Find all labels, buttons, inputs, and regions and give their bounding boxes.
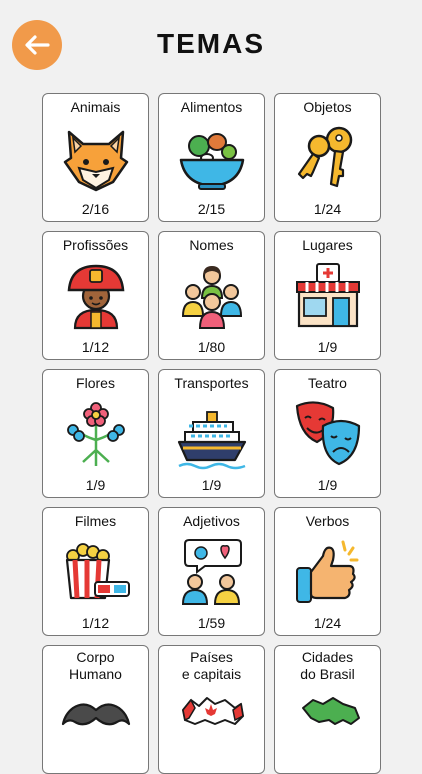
topic-label: Objetos bbox=[303, 99, 352, 115]
topic-card-alimentos[interactable]: Alimentos 2/15 bbox=[158, 93, 265, 222]
topic-card-lugares[interactable]: Lugares 1/9 bbox=[274, 231, 381, 360]
topic-card-animais[interactable]: Animais 2/16 bbox=[42, 93, 149, 222]
topic-card-verbos[interactable]: Verbos 1/24 bbox=[274, 507, 381, 636]
cruise-ship-icon bbox=[177, 411, 246, 470]
topic-card-teatro[interactable]: Teatro 1/9 bbox=[274, 369, 381, 498]
topic-label: Nomes bbox=[189, 237, 234, 253]
topic-card-cidades-brasil[interactable]: Cidades do Brasil bbox=[274, 645, 381, 774]
firefighter-icon bbox=[67, 264, 124, 330]
topic-card-transportes[interactable]: Transportes 1/9 bbox=[158, 369, 265, 498]
topic-card-profissoes[interactable]: Profissões 1/12 bbox=[42, 231, 149, 360]
popcorn-3d-glasses-icon bbox=[65, 543, 130, 600]
topic-progress: 1/24 bbox=[313, 201, 342, 217]
mustache-icon bbox=[61, 703, 130, 726]
topic-progress: 1/24 bbox=[313, 615, 342, 631]
thumbs-up-icon bbox=[295, 540, 358, 603]
topic-label: Animais bbox=[70, 99, 121, 115]
page-title: TEMAS bbox=[157, 28, 265, 59]
topic-progress: 1/9 bbox=[85, 477, 106, 493]
topic-label: Países e capitais bbox=[181, 649, 242, 682]
topic-progress: 1/9 bbox=[317, 339, 338, 355]
topics-grid: Animais 2/16 Alimentos 2/15 Objetos 1/24… bbox=[42, 93, 381, 774]
people-group-icon bbox=[181, 266, 242, 329]
topic-card-filmes[interactable]: Filmes 1/12 bbox=[42, 507, 149, 636]
brazil-map-icon bbox=[301, 697, 360, 725]
topic-label: Verbos bbox=[305, 513, 350, 529]
topic-progress: 2/16 bbox=[81, 201, 110, 217]
salad-bowl-icon bbox=[179, 133, 244, 190]
topic-label: Flores bbox=[76, 375, 115, 391]
topic-label: Lugares bbox=[302, 237, 353, 253]
canada-map-icon bbox=[181, 697, 244, 725]
topic-card-paises-capitais[interactable]: Países e capitais bbox=[158, 645, 265, 774]
keys-icon bbox=[297, 126, 352, 188]
topic-card-adjetivos[interactable]: Adjetivos 1/59 bbox=[158, 507, 265, 636]
topic-progress: 2/15 bbox=[197, 201, 226, 217]
topic-label: Filmes bbox=[74, 513, 117, 529]
topic-card-corpo-humano[interactable]: Corpo Humano bbox=[42, 645, 149, 774]
pharmacy-building-icon bbox=[295, 263, 360, 328]
topic-progress: 1/59 bbox=[197, 615, 226, 631]
topic-card-objetos[interactable]: Objetos 1/24 bbox=[274, 93, 381, 222]
topic-progress: 1/12 bbox=[81, 615, 110, 631]
topic-label: Profissões bbox=[62, 237, 129, 253]
topic-label: Transportes bbox=[174, 375, 249, 391]
topic-label: Adjetivos bbox=[183, 513, 240, 529]
chat-people-icon bbox=[181, 539, 242, 605]
topic-card-flores[interactable]: Flores 1/9 bbox=[42, 369, 149, 498]
topic-progress: 1/9 bbox=[317, 477, 338, 493]
topic-label: Teatro bbox=[308, 375, 347, 391]
topic-progress: 1/12 bbox=[81, 339, 110, 355]
topic-progress: 1/9 bbox=[201, 477, 222, 493]
topic-label: Corpo Humano bbox=[69, 649, 122, 682]
theater-masks-icon bbox=[295, 401, 360, 466]
topic-label: Alimentos bbox=[180, 99, 243, 115]
topic-card-nomes[interactable]: Nomes 1/80 bbox=[158, 231, 265, 360]
topic-label: Cidades do Brasil bbox=[300, 649, 355, 682]
topic-progress: 1/80 bbox=[197, 339, 226, 355]
fox-icon bbox=[63, 130, 128, 192]
flowers-icon bbox=[66, 402, 125, 466]
